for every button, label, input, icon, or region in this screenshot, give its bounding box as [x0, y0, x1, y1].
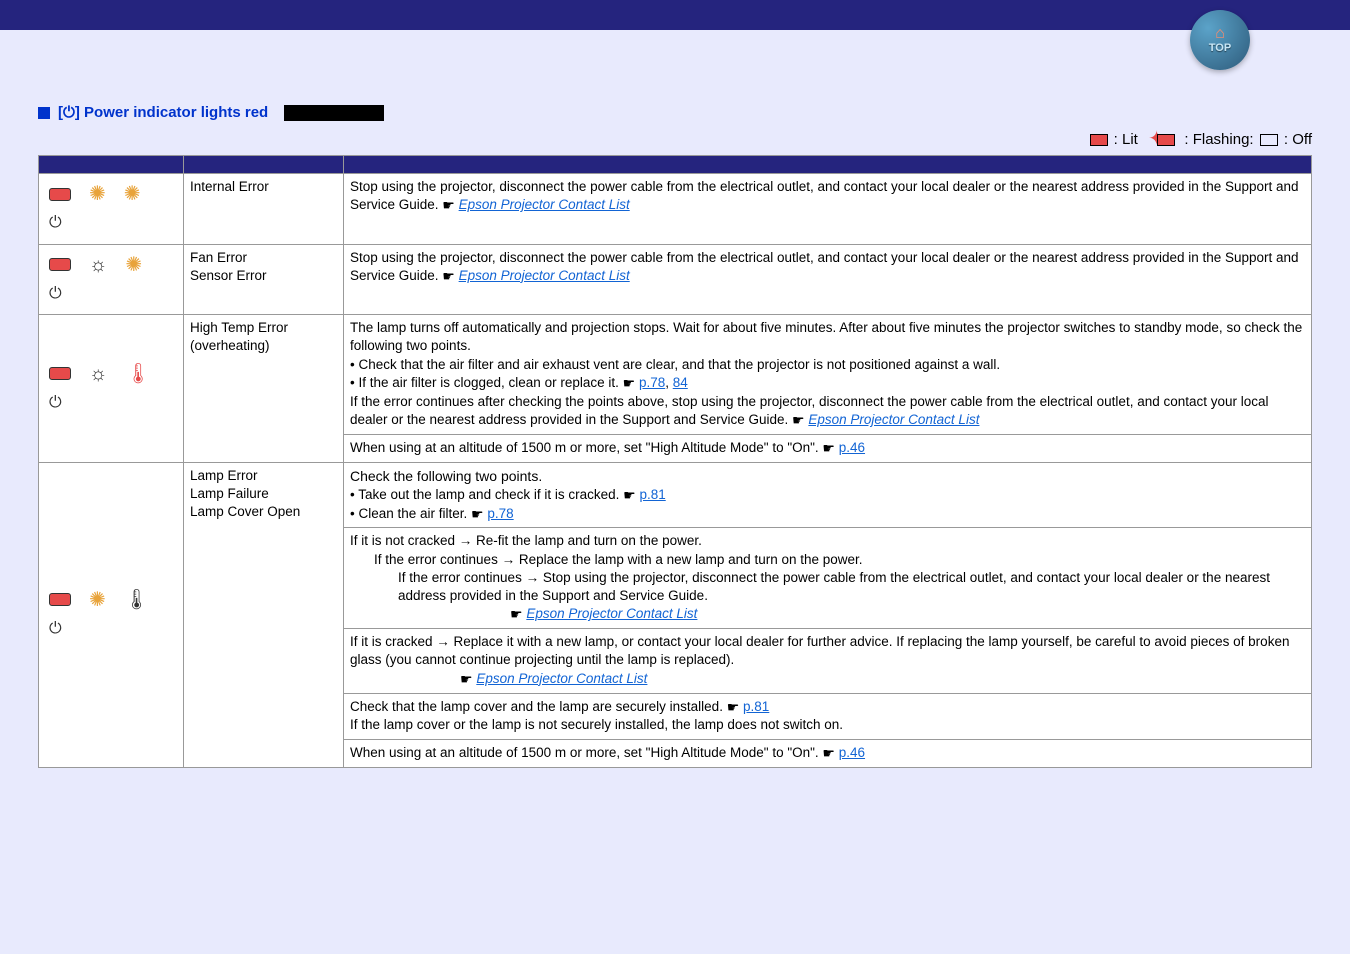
remedy-text: If the error continues → Stop using the … — [350, 569, 1305, 605]
pointer-icon: ☛ — [727, 698, 740, 717]
remedy-bullet: • Clean the air filter. ☛ p.78 — [350, 505, 1305, 524]
remedy-text: If the lamp cover or the lamp is not sec… — [350, 716, 1305, 734]
table-row: ✺ ✺ ⏻ Internal Error Stop using the proj… — [39, 174, 1312, 245]
power-led-icon — [49, 188, 71, 201]
pointer-icon: ☛ — [460, 670, 473, 689]
house-icon: ⌂ — [1215, 26, 1225, 42]
remedy-text: Check the following two points. — [350, 467, 1305, 486]
table-row: ☼ 🌡 ⏻ High Temp Error (overheating) The … — [39, 315, 1312, 435]
lamp-led-icon: ☼ — [89, 255, 107, 275]
flashing-icon: ✦ — [1152, 131, 1180, 149]
status-cell: ✺ 🌡 ⏻ — [39, 462, 184, 767]
page-link[interactable]: p.46 — [839, 745, 865, 760]
legend: : Lit ✦ : Flashing: : Off — [38, 129, 1312, 155]
remedy-text: The lamp turns off automatically and pro… — [350, 319, 1305, 355]
remedy-cell: If it is not cracked → Re-fit the lamp a… — [344, 528, 1312, 629]
remedy-bullet: • Take out the lamp and check if it is c… — [350, 486, 1305, 505]
col-remedy — [344, 156, 1312, 174]
remedy-text: If the error continues → Replace the lam… — [350, 551, 1305, 569]
remedy-cell: Check that the lamp cover and the lamp a… — [344, 693, 1312, 739]
contact-list-link[interactable]: Epson Projector Contact List — [459, 197, 630, 212]
remedy-link-line: ☛ Epson Projector Contact List — [350, 605, 1305, 624]
lamp-led-icon: ✺ — [89, 590, 106, 610]
temp-led-icon: 🌡 — [124, 590, 149, 610]
power-symbol-icon: ⏻ — [49, 392, 62, 414]
lamp-led-icon: ✺ — [89, 184, 106, 204]
power-led-icon — [49, 367, 71, 380]
remedy-cell: Stop using the projector, disconnect the… — [344, 244, 1312, 315]
remedy-bullet: • Check that the air filter and air exha… — [350, 356, 1305, 374]
legend-flashing: : Flashing: — [1184, 131, 1253, 148]
legend-off: : Off — [1284, 131, 1312, 148]
remedy-cell: When using at an altitude of 1500 m or m… — [344, 739, 1312, 767]
remedy-text: If the error continues after checking th… — [350, 393, 1305, 430]
power-led-icon — [49, 593, 71, 606]
top-badge-label: TOP — [1209, 42, 1231, 54]
indicator-table: ✺ ✺ ⏻ Internal Error Stop using the proj… — [38, 155, 1312, 768]
contact-list-link[interactable]: Epson Projector Contact List — [476, 671, 647, 686]
status-cell: ☼ 🌡 ⏻ — [39, 315, 184, 463]
lamp-led-icon: ☼ — [89, 364, 107, 384]
power-symbol-icon: ⏻ — [49, 618, 62, 640]
contact-list-link[interactable]: Epson Projector Contact List — [808, 412, 979, 427]
power-symbol-icon: ⏻ — [49, 283, 62, 305]
section-title: [⏻] Power indicator lights red — [58, 104, 268, 121]
col-cause — [184, 156, 344, 174]
remedy-text: When using at an altitude of 1500 m or m… — [350, 745, 822, 760]
remedy-cell: Check the following two points. • Take o… — [344, 462, 1312, 528]
power-symbol-icon: ⏻ — [49, 212, 62, 234]
section-title-row: [⏻] Power indicator lights red — [38, 104, 1312, 121]
remedy-cell: If it is cracked → Replace it with a new… — [344, 629, 1312, 693]
temp-led-icon: 🌡 — [125, 364, 150, 384]
section-bullet-icon — [38, 107, 50, 119]
remedy-cell: The lamp turns off automatically and pro… — [344, 315, 1312, 435]
temp-led-icon: ✺ — [125, 255, 142, 275]
page-link[interactable]: p.78 — [487, 506, 513, 521]
contact-list-link[interactable]: Epson Projector Contact List — [526, 606, 697, 621]
top-badge[interactable]: ⌂ TOP — [1190, 10, 1250, 70]
pointer-icon: ☛ — [822, 744, 835, 763]
lit-icon — [1090, 134, 1108, 146]
off-icon — [1260, 134, 1278, 146]
legend-lit: : Lit — [1114, 131, 1138, 148]
contact-list-link[interactable]: Epson Projector Contact List — [459, 268, 630, 283]
remedy-cell: When using at an altitude of 1500 m or m… — [344, 434, 1312, 462]
page-link[interactable]: 84 — [673, 375, 688, 390]
table-row: ☼ ✺ ⏻ Fan Error Sensor Error Stop using … — [39, 244, 1312, 315]
pointer-icon: ☛ — [471, 505, 484, 524]
remedy-text: If it is not cracked → Re-fit the lamp a… — [350, 532, 1305, 550]
pointer-icon: ☛ — [822, 439, 835, 458]
page-link[interactable]: p.78 — [639, 375, 665, 390]
cause-cell: Fan Error Sensor Error — [184, 244, 344, 315]
remedy-text: When using at an altitude of 1500 m or m… — [350, 440, 822, 455]
header-band — [0, 0, 1350, 30]
page-link[interactable]: p.81 — [639, 487, 665, 502]
pointer-icon: ☛ — [623, 374, 636, 393]
pointer-icon: ☛ — [510, 605, 523, 624]
remedy-text: If it is cracked → Replace it with a new… — [350, 633, 1305, 669]
problem-bar — [284, 105, 384, 121]
power-led-icon — [49, 258, 71, 271]
remedy-cell: Stop using the projector, disconnect the… — [344, 174, 1312, 245]
remedy-link-line: ☛ Epson Projector Contact List — [350, 670, 1305, 689]
pointer-icon: ☛ — [442, 196, 455, 215]
status-cell: ✺ ✺ ⏻ — [39, 174, 184, 245]
pointer-icon: ☛ — [623, 486, 636, 505]
page-link[interactable]: p.46 — [839, 440, 865, 455]
status-cell: ☼ ✺ ⏻ — [39, 244, 184, 315]
remedy-text: Check that the lamp cover and the lamp a… — [350, 698, 1305, 717]
cause-cell: Lamp Error Lamp Failure Lamp Cover Open — [184, 462, 344, 767]
pointer-icon: ☛ — [792, 411, 805, 430]
cause-cell: High Temp Error (overheating) — [184, 315, 344, 463]
page-link[interactable]: p.81 — [743, 699, 769, 714]
temp-led-icon: ✺ — [124, 184, 141, 204]
pointer-icon: ☛ — [442, 267, 455, 286]
cause-cell: Internal Error — [184, 174, 344, 245]
col-status — [39, 156, 184, 174]
remedy-bullet: • If the air filter is clogged, clean or… — [350, 374, 1305, 393]
table-row: ✺ 🌡 ⏻ Lamp Error Lamp Failure Lamp Cover… — [39, 462, 1312, 528]
